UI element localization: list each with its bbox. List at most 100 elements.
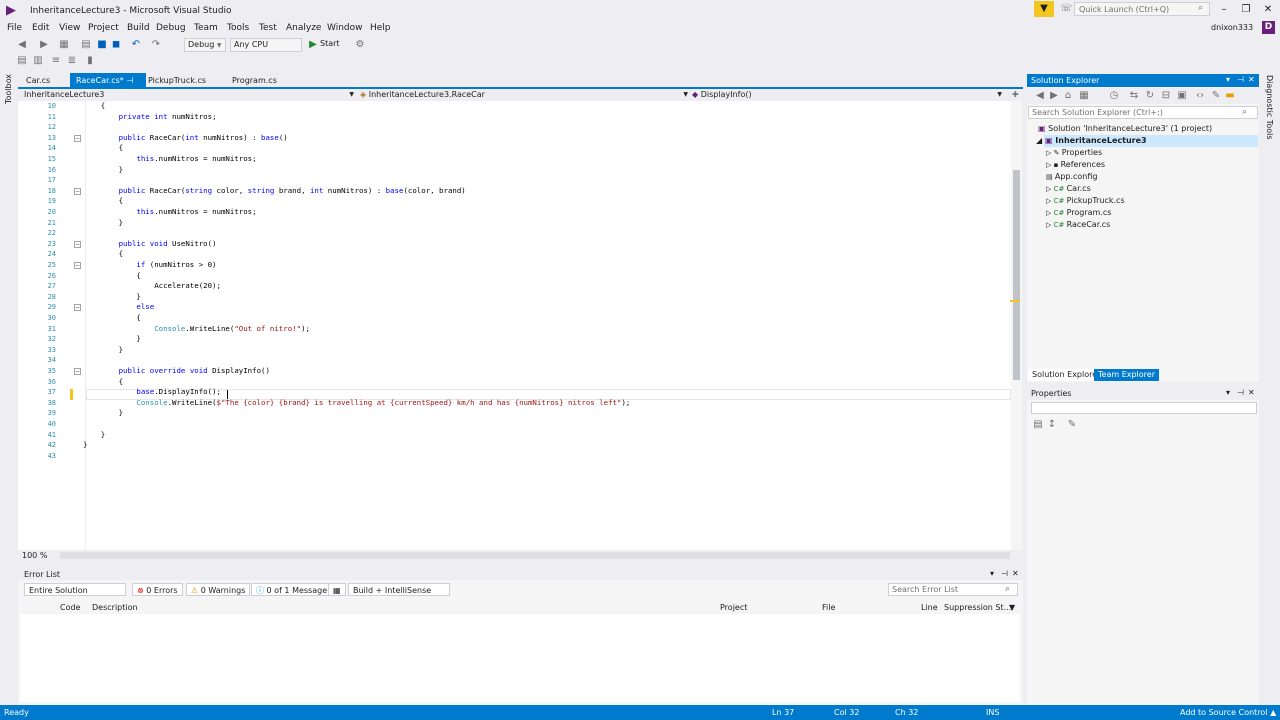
menu-analyze[interactable]: Analyze bbox=[286, 22, 321, 34]
forward-icon[interactable]: ▶ bbox=[38, 38, 50, 52]
undo-icon[interactable]: ↶ bbox=[130, 38, 142, 52]
code-line[interactable]: else bbox=[83, 302, 154, 313]
collapse-region-icon[interactable]: − bbox=[74, 240, 81, 248]
code-line[interactable]: } bbox=[83, 292, 140, 303]
code-line[interactable]: { bbox=[83, 249, 123, 260]
tree-item[interactable]: ▷ C# Car.cs bbox=[1046, 183, 1091, 195]
code-line[interactable]: } bbox=[83, 408, 123, 419]
expand-arrow-icon[interactable]: ▷ bbox=[1046, 221, 1054, 229]
code-line[interactable]: } bbox=[83, 218, 123, 229]
search-icon[interactable]: ⌕ bbox=[1198, 3, 1203, 13]
add-to-source-control-button[interactable]: Add to Source Control ▲ bbox=[1180, 708, 1276, 717]
attach-icon[interactable]: ⚙ bbox=[354, 38, 366, 52]
diagnostic-tools-tab[interactable]: Diagnostic Tools bbox=[1265, 75, 1274, 140]
forward-icon[interactable]: ▶ bbox=[1048, 89, 1060, 103]
property-pages-icon[interactable]: ✎ bbox=[1066, 418, 1078, 432]
column-header-project[interactable]: Project bbox=[720, 603, 747, 612]
avatar[interactable]: D bbox=[1262, 21, 1275, 34]
sync-icon[interactable]: ⇆ bbox=[1128, 89, 1140, 103]
collapse-region-icon[interactable]: − bbox=[74, 134, 81, 142]
pin-icon[interactable]: ⊣ bbox=[1237, 75, 1244, 84]
comment-icon[interactable]: ▤ bbox=[16, 54, 28, 68]
menu-edit[interactable]: Edit bbox=[32, 22, 49, 34]
search-icon[interactable]: ⌕ bbox=[1005, 584, 1010, 594]
quick-launch-input[interactable]: Quick Launch (Ctrl+Q) bbox=[1074, 2, 1210, 16]
expand-arrow-icon[interactable]: ▷ bbox=[1046, 161, 1054, 169]
uncomment-icon[interactable]: ▥ bbox=[32, 54, 44, 68]
save-all-icon[interactable]: ◼ bbox=[110, 38, 122, 52]
code-line[interactable]: Accelerate(20); bbox=[83, 281, 221, 292]
build-filter-icon[interactable]: ▦ bbox=[328, 583, 346, 596]
error-scope-dropdown[interactable]: Entire Solution bbox=[24, 583, 126, 596]
code-line[interactable]: } bbox=[83, 345, 123, 356]
outdent-icon[interactable]: ≣ bbox=[66, 54, 78, 68]
error-list-search-input[interactable]: Search Error List bbox=[888, 583, 1018, 596]
expand-arrow-icon[interactable]: ▷ bbox=[1046, 209, 1054, 217]
indent-icon[interactable]: ≡ bbox=[50, 54, 62, 68]
code-line[interactable]: { bbox=[83, 313, 140, 324]
properties-object-dropdown[interactable] bbox=[1031, 402, 1257, 414]
code-line[interactable]: { bbox=[83, 196, 123, 207]
tab-car[interactable]: Car.cs bbox=[20, 73, 56, 87]
tab-team-explorer[interactable]: Team Explorer bbox=[1094, 369, 1159, 381]
user-name[interactable]: dnixon333 bbox=[1211, 23, 1253, 32]
tree-item[interactable]: ▷ C# RaceCar.cs bbox=[1046, 219, 1110, 231]
code-line[interactable]: { bbox=[83, 101, 105, 112]
code-line[interactable]: public override void DisplayInfo() bbox=[83, 366, 270, 377]
column-header-suppression-state[interactable]: Suppression St... bbox=[944, 603, 1011, 612]
horizontal-scrollbar-thumb[interactable] bbox=[60, 552, 1010, 559]
views-icon[interactable]: ▦ bbox=[1078, 89, 1090, 103]
tab-program[interactable]: Program.cs bbox=[226, 73, 283, 87]
code-line[interactable]: this.numNitros = numNitros; bbox=[83, 154, 256, 165]
view-code-icon[interactable]: ‹› bbox=[1194, 89, 1206, 103]
pin-icon[interactable]: ⊣ bbox=[1237, 388, 1244, 397]
expand-arrow-icon[interactable]: ▷ bbox=[1046, 185, 1054, 193]
menu-project[interactable]: Project bbox=[88, 22, 119, 34]
menu-team[interactable]: Team bbox=[194, 22, 218, 34]
close-icon[interactable]: ✕ bbox=[1248, 388, 1255, 397]
toolbox-tab[interactable]: Toolbox bbox=[4, 74, 13, 104]
categorized-icon[interactable]: ▤ bbox=[1032, 418, 1044, 432]
preview-icon[interactable]: ▬ bbox=[1224, 89, 1236, 103]
platform-dropdown[interactable]: Any CPU bbox=[230, 38, 302, 52]
warnings-filter-button[interactable]: ⚠ 0 Warnings bbox=[186, 583, 251, 596]
menu-help[interactable]: Help bbox=[370, 22, 391, 34]
menu-debug[interactable]: Debug bbox=[156, 22, 186, 34]
project-dropdown[interactable]: InheritanceLecture3 ▼ bbox=[24, 89, 354, 100]
split-icon[interactable]: ✚ bbox=[1012, 90, 1019, 99]
pending-changes-icon[interactable]: ◷ bbox=[1108, 89, 1120, 103]
tab-solution-explorer[interactable]: Solution Explorer bbox=[1028, 369, 1105, 381]
menu-window[interactable]: Window bbox=[327, 22, 363, 34]
configuration-dropdown[interactable]: Debug ▼ bbox=[184, 38, 226, 52]
filter-icon[interactable]: ▼ bbox=[1009, 603, 1015, 612]
collapse-region-icon[interactable]: − bbox=[74, 262, 81, 269]
class-dropdown[interactable]: ◈ InheritanceLecture3.RaceCar ▼ bbox=[360, 89, 688, 100]
tree-item[interactable]: ▤ App.config bbox=[1046, 171, 1098, 183]
start-icon[interactable]: ▶ bbox=[308, 38, 318, 52]
zoom-level[interactable]: 100 % bbox=[22, 551, 47, 560]
code-line[interactable]: Console.WriteLine($"The {color} {brand} … bbox=[83, 398, 630, 409]
pin-icon[interactable]: ⊣ bbox=[1001, 569, 1008, 578]
code-line[interactable]: } bbox=[83, 334, 140, 345]
tab-pickuptruck[interactable]: PickupTruck.cs bbox=[142, 73, 212, 87]
menu-tools[interactable]: Tools bbox=[227, 22, 249, 34]
new-project-icon[interactable]: ▦ bbox=[58, 38, 70, 52]
notification-filter-icon[interactable]: ▼ bbox=[1034, 1, 1054, 17]
refresh-icon[interactable]: ↻ bbox=[1144, 89, 1156, 103]
open-file-icon[interactable]: ▤ bbox=[80, 38, 92, 52]
code-line[interactable]: this.numNitros = numNitros; bbox=[83, 207, 256, 218]
home-icon[interactable]: ⌂ bbox=[1062, 89, 1074, 103]
collapse-arrow-icon[interactable]: ◢ bbox=[1036, 136, 1045, 145]
collapse-region-icon[interactable]: − bbox=[74, 368, 81, 375]
tree-solution[interactable]: ▣ Solution 'InheritanceLecture3' (1 proj… bbox=[1038, 123, 1212, 135]
code-line[interactable]: { bbox=[83, 271, 140, 282]
column-header-file[interactable]: File bbox=[822, 603, 835, 612]
tree-item[interactable]: ▷ C# Program.cs bbox=[1046, 207, 1111, 219]
code-line[interactable]: } bbox=[83, 165, 123, 176]
menu-build[interactable]: Build bbox=[127, 22, 150, 34]
start-button[interactable]: Start bbox=[320, 39, 340, 48]
tree-item[interactable]: ▷ C# PickupTruck.cs bbox=[1046, 195, 1125, 207]
code-line[interactable]: } bbox=[83, 440, 87, 451]
pin-icon[interactable]: ⊣ bbox=[126, 76, 133, 85]
code-line[interactable]: { bbox=[83, 143, 123, 154]
